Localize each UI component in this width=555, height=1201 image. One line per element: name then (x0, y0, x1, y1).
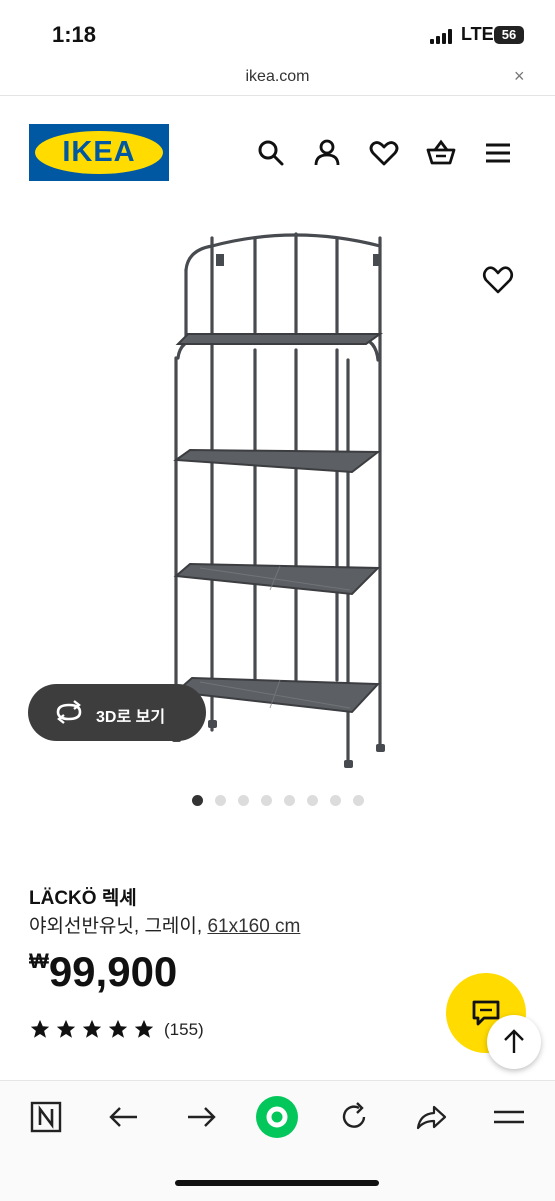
star-icon (56, 1019, 76, 1038)
menu-icon[interactable] (482, 137, 514, 169)
star-icon (30, 1019, 50, 1038)
pagination-dot[interactable] (284, 795, 295, 806)
product-size-link[interactable]: 61x160 cm (207, 916, 300, 937)
pagination-dot[interactable] (330, 795, 341, 806)
status-bar: 1:18 LTE 56 (0, 0, 555, 64)
search-icon[interactable] (255, 137, 287, 169)
product-type: 야외선반유닛, 그레이, (29, 916, 208, 937)
network-label: LTE (461, 24, 494, 44)
pagination-dot[interactable] (192, 795, 203, 806)
battery-icon: 56 (494, 26, 524, 44)
refresh-icon[interactable] (337, 1100, 371, 1134)
favorites-icon[interactable] (368, 137, 400, 169)
close-icon[interactable]: × (514, 66, 525, 87)
divider (0, 95, 555, 96)
star-icon (108, 1019, 128, 1038)
pagination-dot[interactable] (261, 795, 272, 806)
share-icon[interactable] (414, 1100, 448, 1134)
arrow-up-icon (504, 1029, 524, 1053)
product-description: 야외선반유닛, 그레이, 61x160 cm (29, 911, 300, 938)
cart-icon[interactable] (425, 137, 457, 169)
scroll-to-top-button[interactable] (487, 1015, 541, 1069)
pagination-dot[interactable] (238, 795, 249, 806)
forward-arrow-icon[interactable] (184, 1100, 218, 1134)
status-time: 1:18 (52, 22, 97, 47)
ikea-logo[interactable]: IKEA (29, 124, 169, 181)
naver-icon[interactable] (29, 1100, 63, 1134)
currency-symbol: ₩ (29, 950, 49, 973)
product-name: LÄCKÖ 렉셰 (29, 888, 137, 909)
review-count[interactable]: (155) (164, 1020, 204, 1040)
view-3d-button[interactable]: 3D로 보기 (28, 684, 206, 741)
add-to-wishlist-icon[interactable] (480, 262, 516, 298)
pagination-dot[interactable] (215, 795, 226, 806)
url-text[interactable]: ikea.com (0, 68, 555, 86)
browser-url-bar[interactable]: ikea.com × (0, 64, 555, 96)
star-icon (134, 1019, 154, 1038)
rotate-3d-icon (56, 700, 82, 724)
signal-icon (430, 28, 456, 44)
back-arrow-icon[interactable] (107, 1100, 141, 1134)
home-indicator (175, 1180, 379, 1186)
star-icon (82, 1019, 102, 1038)
pagination-dot[interactable] (307, 795, 318, 806)
product-price: ₩99,900 (29, 948, 177, 996)
pagination-dot[interactable] (353, 795, 364, 806)
browser-menu-icon[interactable] (492, 1100, 526, 1134)
view-3d-label: 3D로 보기 (96, 709, 166, 726)
account-icon[interactable] (311, 137, 343, 169)
price-amount: 99,900 (48, 948, 178, 995)
green-home-icon[interactable] (255, 1095, 299, 1139)
